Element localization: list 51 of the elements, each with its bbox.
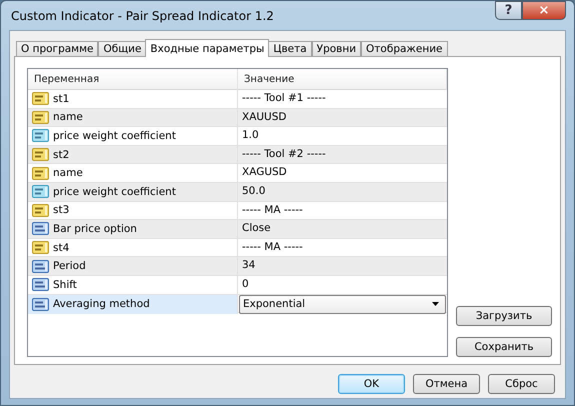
parameter-name: name xyxy=(53,167,83,180)
parameter-name: Shift xyxy=(53,278,77,291)
tab[interactable]: Цвета xyxy=(268,41,312,57)
dropdown-value: Exponential xyxy=(243,298,306,310)
window-title: Custom Indicator - Pair Spread Indicator 1.2 xyxy=(10,8,274,22)
parameter-name: st2 xyxy=(53,148,70,161)
parameter-name: st3 xyxy=(53,204,70,216)
parameter-name-cell[interactable]: Bar price option xyxy=(28,220,238,238)
integer-type-icon xyxy=(32,278,49,292)
parameter-name: price weight coefficient xyxy=(53,130,176,142)
parameter-name: Period xyxy=(53,260,86,272)
parameter-name: st1 xyxy=(53,92,70,105)
parameter-name-cell[interactable]: st2 xyxy=(28,146,238,164)
parameter-name-cell[interactable]: Averaging method xyxy=(28,294,238,314)
string-type-icon xyxy=(32,204,49,217)
dialog-button[interactable]: Отмена xyxy=(413,374,480,394)
tab[interactable]: Отображение xyxy=(361,41,448,57)
parameter-value-cell[interactable]: ----- Tool #2 ----- xyxy=(238,146,447,164)
string-type-icon xyxy=(32,110,49,124)
dialog-button[interactable]: OK xyxy=(338,374,405,394)
double-type-icon xyxy=(32,129,49,142)
parameter-name-cell[interactable]: name xyxy=(28,108,238,126)
dropdown-arrow-icon xyxy=(432,302,439,306)
parameter-value-cell[interactable]: 34 xyxy=(238,257,447,275)
load-button[interactable]: Загрузить xyxy=(456,306,552,326)
double-type-icon xyxy=(32,185,49,198)
dialog-button[interactable]: Сброс xyxy=(488,374,555,394)
parameter-name-cell[interactable]: price weight coefficient xyxy=(28,182,238,201)
parameter-value-cell[interactable]: 50.0 xyxy=(238,182,447,201)
parameter-value-cell[interactable]: Close xyxy=(238,220,447,238)
integer-type-icon xyxy=(32,222,49,236)
parameter-name: price weight coefficient xyxy=(53,186,176,198)
parameter-name: Bar price option xyxy=(53,222,137,235)
integer-type-icon xyxy=(32,260,49,273)
string-type-icon xyxy=(32,166,49,180)
tab[interactable]: О программе xyxy=(16,41,98,57)
value-dropdown[interactable]: Exponential xyxy=(239,294,446,314)
parameter-name: name xyxy=(53,111,83,124)
parameter-name-cell[interactable]: Period xyxy=(28,257,238,275)
parameter-name: st4 xyxy=(53,242,70,254)
save-button[interactable]: Сохранить xyxy=(456,337,552,357)
string-type-icon xyxy=(32,92,49,106)
tab[interactable]: Общие xyxy=(98,41,146,57)
integer-type-icon xyxy=(32,298,49,311)
help-button[interactable]: ? xyxy=(495,1,522,20)
parameter-value-cell[interactable]: XAUUSD xyxy=(238,108,447,126)
tab[interactable]: Уровни xyxy=(312,41,362,57)
parameter-name: Averaging method xyxy=(53,298,150,310)
tab[interactable]: Входные параметры xyxy=(145,39,270,57)
string-type-icon xyxy=(32,241,49,254)
string-type-icon xyxy=(32,148,49,162)
